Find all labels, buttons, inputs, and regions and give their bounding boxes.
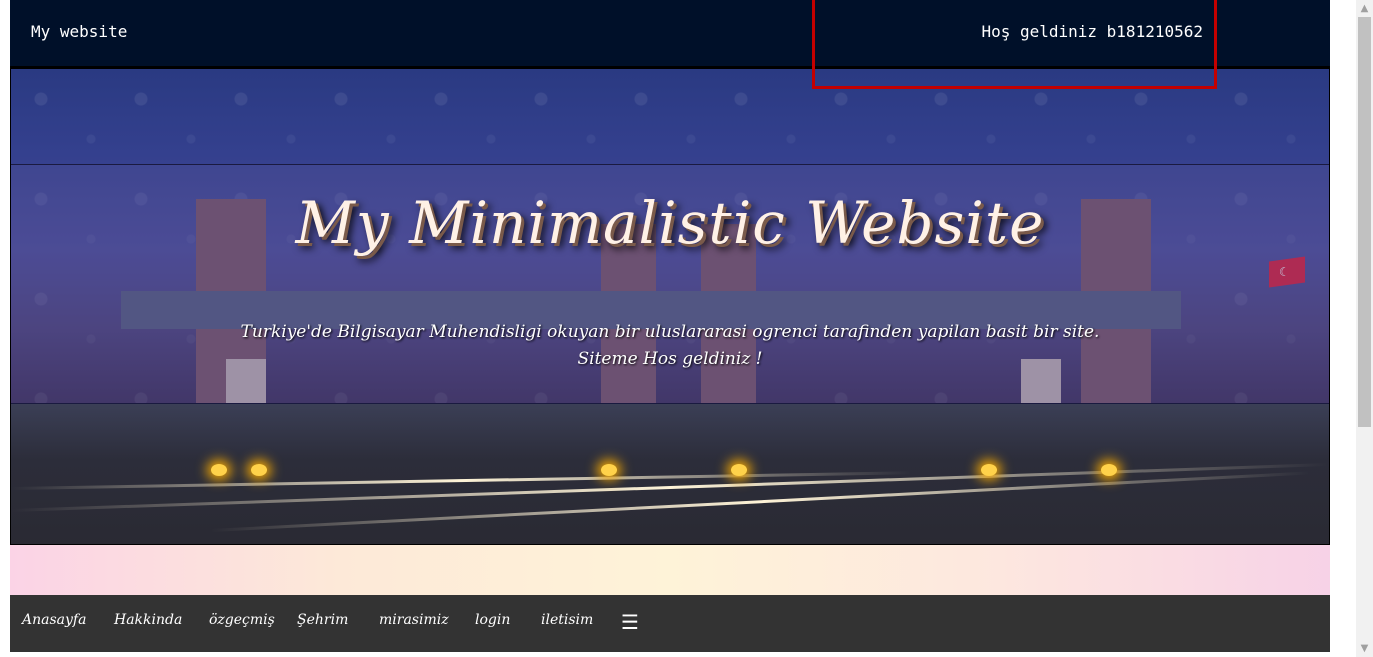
nav-item-anasayfa[interactable]: Anasayfa [22, 612, 86, 628]
gate-light [251, 464, 267, 476]
nav-item-mirasimiz[interactable]: mirasimiz [379, 612, 449, 628]
scroll-up-icon[interactable]: ▲ [1356, 0, 1373, 17]
nav-item-sehrim[interactable]: Şehrim [297, 612, 348, 628]
gate-light [981, 464, 997, 476]
pastel-divider [10, 545, 1330, 595]
gate-light [211, 464, 227, 476]
hero-subtitle-line-2: Siteme Hos geldiniz ! [577, 349, 763, 369]
welcome-user-text: Hoş geldiniz b181210562 [981, 22, 1203, 41]
nav-item-login[interactable]: login [475, 612, 510, 628]
brand-link[interactable]: My website [31, 22, 127, 41]
top-navbar: My website Hoş geldiniz b181210562 [10, 0, 1330, 68]
hero-subtitle: Turkiye'de Bilgisayar Muhendisligi okuya… [11, 319, 1329, 373]
hero-subtitle-line-1: Turkiye'de Bilgisayar Muhendisligi okuya… [240, 322, 1100, 342]
nav-item-hakkinda[interactable]: Hakkinda [114, 612, 182, 628]
hero-title: My Minimalistic Website [295, 189, 1045, 257]
gate-light [1101, 464, 1117, 476]
scroll-thumb[interactable] [1358, 17, 1371, 427]
gate-light [601, 464, 617, 476]
menu-icon[interactable]: ☰ [621, 610, 639, 634]
main-nav: Anasayfa Hakkinda özgeçmiş Şehrim mirasi… [10, 595, 1330, 652]
nav-item-ozgecmis[interactable]: özgeçmiş [209, 612, 275, 628]
vertical-scrollbar[interactable]: ▲ ▼ [1356, 0, 1373, 657]
road [11, 404, 1329, 544]
nav-item-iletisim[interactable]: iletisim [541, 612, 593, 628]
hero-banner: ☾ My Minimalistic Website Turkiye'de Bil… [10, 68, 1330, 545]
scroll-down-icon[interactable]: ▼ [1356, 640, 1373, 657]
gate-light [731, 464, 747, 476]
